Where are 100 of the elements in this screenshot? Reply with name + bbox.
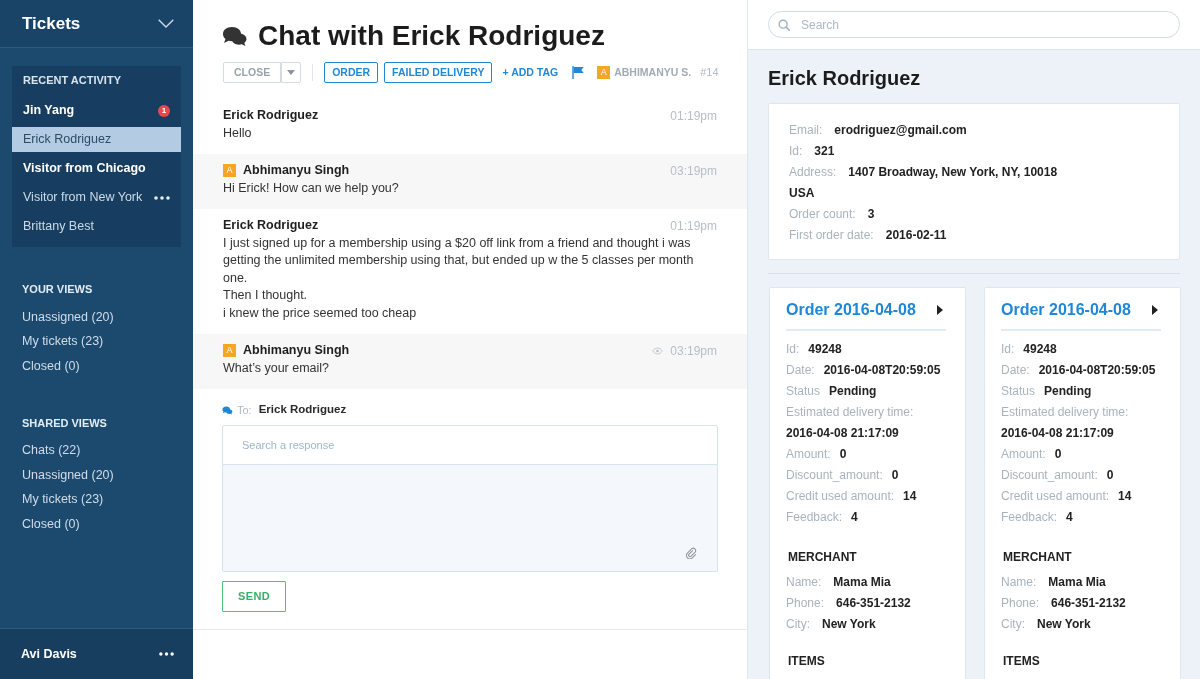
add-tag-link[interactable]: + ADD TAG [502,64,559,81]
response-search-field[interactable]: Search a response [222,425,718,465]
chevron-down-icon[interactable] [158,19,174,28]
field-label: Phone: [1001,595,1040,612]
sidebar-item[interactable]: Brittany Best [12,214,181,239]
field-value: 49248 [808,341,842,358]
message-text: Hi Erick! How can we help you? [223,179,400,197]
tag-button[interactable]: ORDER [324,62,379,83]
field-value: 646-351-2132 [1051,595,1126,612]
field-value: 321 [814,143,835,160]
field-value: 2016-04-08 21:17:09 [1001,425,1114,442]
customer-name: Erick Rodriguez [767,66,922,90]
order-title[interactable]: Order 2016-04-08 [1001,300,1131,320]
flag-icon[interactable] [572,66,585,79]
unread-count-badge: 1 [158,104,170,117]
field-label: Credit used amount: [786,488,895,505]
view-link[interactable]: Closed (0) [22,512,80,537]
field-label: Id: [789,143,803,160]
field-value: Mama Mia [833,574,891,591]
field-value: New York [822,616,876,633]
field-value: 1407 Broadway, New York, NY, 10018 [848,164,1058,181]
section-heading: ITEMS [788,653,825,669]
field-value: 49248 [1023,341,1057,358]
sidebar-item[interactable]: Visitor from Chicago [12,156,181,181]
sidebar-item[interactable]: Jin Yang 1 [12,98,181,123]
field-value: erodriguez@gmail.com [834,122,967,139]
message-author: Erick Rodriguez [223,107,319,125]
field-value: 4 [851,509,858,526]
sidebar-item[interactable]: Erick Rodriguez [12,127,181,152]
field-label: City: [786,616,810,633]
field-value: 0 [1106,467,1114,484]
field-value: 646-351-2132 [836,595,911,612]
field-value: 0 [891,467,899,484]
agent-avatar: A [223,344,236,358]
field-label: Discount_amount: [786,467,883,484]
message-time: 01:19pm [670,217,717,235]
field-label: Status [1001,383,1036,400]
caret-right-icon[interactable] [937,305,943,315]
search-field[interactable]: Search [768,11,1180,38]
message-field[interactable] [222,465,718,572]
field-label: Address: [789,164,837,181]
field-label: Amount: [1001,446,1046,463]
field-label: Id: [786,341,800,358]
field-label: Phone: [786,595,825,612]
tag-button[interactable]: FAILED DELIVERY [384,62,493,83]
section-heading: ITEMS [1003,653,1040,669]
section-heading: SHARED VIEWS [22,416,107,430]
field-value: Pending [829,383,877,400]
field-label: City: [1001,616,1025,633]
view-link[interactable]: Closed (0) [22,354,80,379]
agent-avatar: A [597,66,611,79]
view-link[interactable]: Chats (22) [22,438,81,463]
field-label: Id: [1001,341,1015,358]
more-icon[interactable] [159,652,174,656]
view-link[interactable]: Unassigned (20) [22,305,114,330]
field-label: Credit used amount: [1001,488,1110,505]
dropdown-button[interactable] [281,62,302,83]
message-text: i knew the price seemed too cheap [223,304,418,322]
search-icon [778,18,790,31]
field-value: 2016-02-11 [885,227,947,244]
recipient-name: Erick Rodriguez [258,402,347,418]
order-title[interactable]: Order 2016-04-08 [786,300,916,320]
field-label: Feedback: [786,509,843,526]
field-label: Status [786,383,821,400]
message-text: What’s your email? [223,359,331,377]
message-author: Erick Rodriguez [223,217,319,235]
section-heading: MERCHANT [788,549,857,565]
message-time: 03:19pm [670,342,717,360]
field-label: First order date: [789,227,874,244]
field-label: Name: [786,574,822,591]
field-value: Pending [1044,383,1092,400]
field-value: New York [1037,616,1091,633]
message-time: 01:19pm [670,107,717,125]
field-label: Name: [1001,574,1037,591]
section-heading: MERCHANT [1003,549,1072,565]
section-heading: YOUR VIEWS [22,283,93,296]
field-value: 3 [867,206,875,223]
view-link[interactable]: My tickets (23) [22,329,104,354]
field-value: 2016-04-08T20:59:05 [823,362,941,379]
caret-down-icon [287,70,296,75]
sidebar-item[interactable]: Visitor from New York [12,185,181,210]
to-label: To: [237,402,252,418]
view-link[interactable]: Unassigned (20) [22,463,114,488]
field-value: 4 [1066,509,1073,526]
message-text: Hello [223,124,253,142]
paperclip-icon[interactable] [685,547,697,559]
field-value: 2016-04-08T20:59:05 [1038,362,1156,379]
agent-avatar: A [223,164,236,178]
field-value: 2016-04-08 21:17:09 [786,425,899,442]
field-label: Amount: [786,446,831,463]
field-label: Discount_amount: [1001,467,1098,484]
chat-bubbles-icon [222,405,233,415]
chat-bubbles-icon [222,25,248,47]
message-author: Abhimanyu Singh [243,342,350,360]
message-text: Then I thought. [223,287,309,304]
message-time: 03:19pm [670,162,717,180]
field-label: Date: [786,362,815,379]
caret-right-icon[interactable] [1152,305,1158,315]
view-link[interactable]: My tickets (23) [22,487,104,512]
field-value: 14 [1118,488,1132,505]
